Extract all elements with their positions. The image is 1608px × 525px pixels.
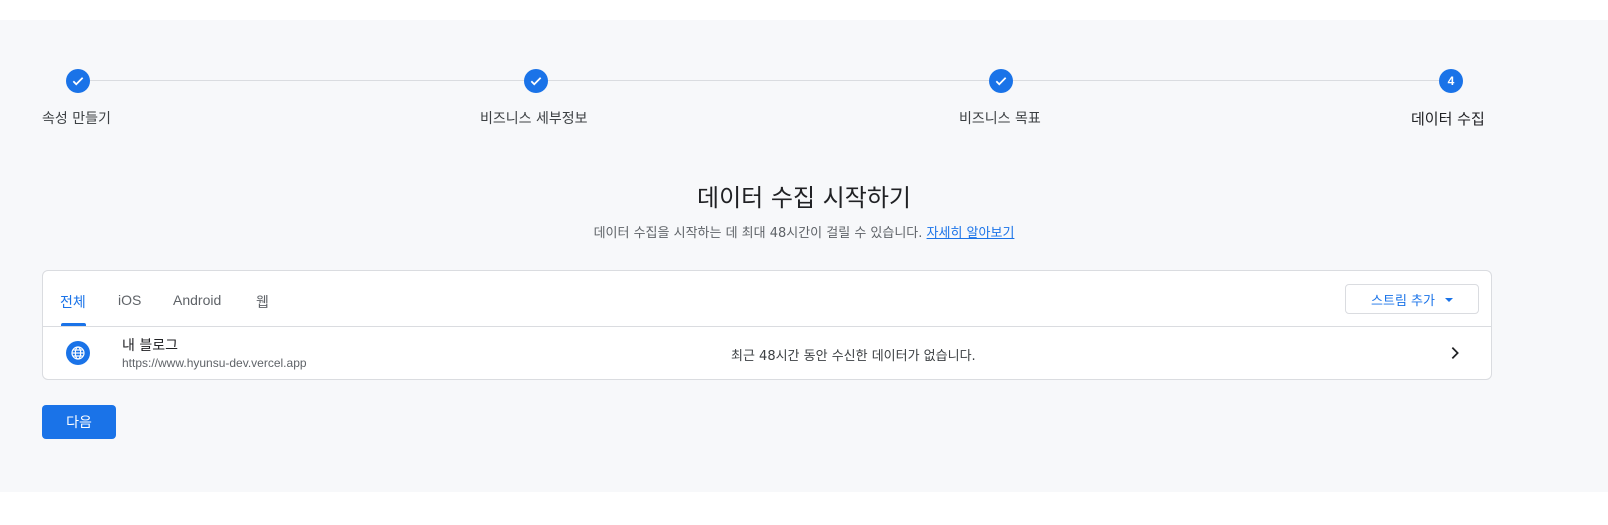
learn-more-link[interactable]: 자세히 알아보기	[927, 226, 1015, 241]
chevron-right-icon[interactable]	[1447, 345, 1463, 365]
step-label-create-property: 속성 만들기	[42, 111, 111, 127]
step-3-check-icon	[989, 69, 1013, 93]
stepper-connector	[548, 80, 989, 81]
globe-icon	[66, 341, 90, 365]
step-4-number: 4	[1439, 69, 1463, 93]
add-stream-button[interactable]: 스트림 추가	[1345, 284, 1479, 314]
data-streams-card: 전체 iOS Android 웹 스트림 추가 내 블로그 https://ww…	[42, 270, 1492, 380]
tab-android[interactable]: Android	[173, 292, 221, 308]
step-2-check-icon	[524, 69, 548, 93]
stream-tabs: 전체 iOS Android 웹 스트림 추가	[43, 271, 1491, 327]
stream-status: 최근 48시간 동안 수신한 데이터가 없습니다.	[731, 349, 976, 364]
page-title: 데이터 수집 시작하기	[697, 184, 911, 212]
stepper-connector	[90, 80, 524, 81]
add-stream-label: 스트림 추가	[1371, 293, 1435, 309]
page-subtitle: 데이터 수집을 시작하는 데 최대 48시간이 걸릴 수 있습니다. 자세히 알…	[0, 222, 1608, 241]
stream-name: 내 블로그	[122, 338, 178, 354]
active-tab-indicator	[61, 323, 86, 326]
tab-web[interactable]: 웹	[256, 292, 269, 312]
step-1-check-icon	[66, 69, 90, 93]
stepper-connector	[1013, 80, 1439, 81]
subtitle-text: 데이터 수집을 시작하는 데 최대 48시간이 걸릴 수 있습니다.	[593, 226, 923, 241]
step-label-data-collection: 데이터 수집	[1411, 110, 1485, 128]
step-label-business-objectives: 비즈니스 목표	[959, 111, 1041, 127]
stream-row[interactable]: 내 블로그 https://www.hyunsu-dev.vercel.app …	[43, 327, 1491, 380]
tab-ios[interactable]: iOS	[118, 292, 141, 308]
setup-panel	[0, 20, 1608, 492]
step-label-business-details: 비즈니스 세부정보	[480, 111, 588, 127]
stream-url: https://www.hyunsu-dev.vercel.app	[122, 356, 307, 370]
dropdown-caret-icon	[1444, 298, 1453, 302]
tab-all[interactable]: 전체	[60, 292, 86, 312]
next-button[interactable]: 다음	[42, 405, 116, 439]
